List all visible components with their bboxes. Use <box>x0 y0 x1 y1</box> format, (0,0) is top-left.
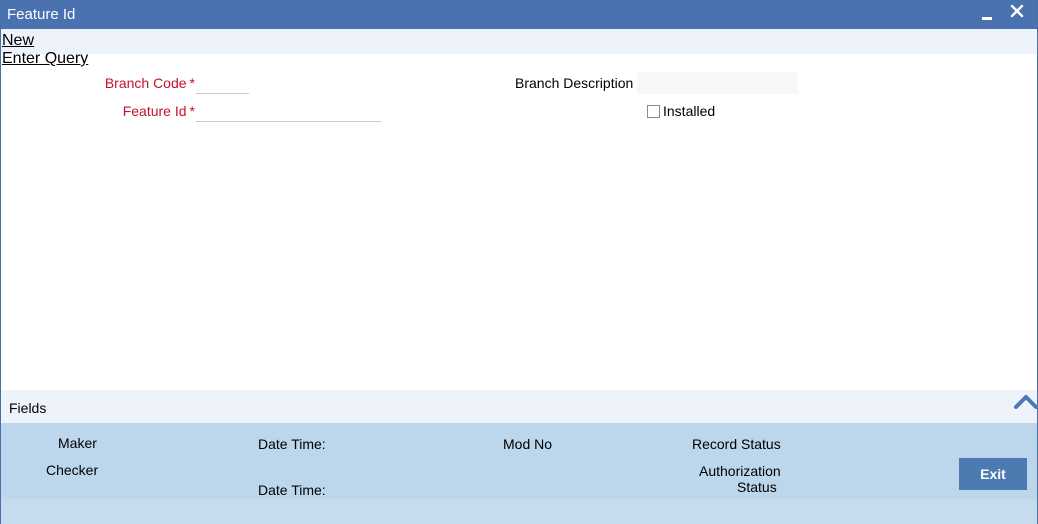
minimize-icon[interactable] <box>977 3 997 25</box>
maker-date-time-label: Date Time: <box>258 436 326 452</box>
authorization-status-label: Status <box>737 479 777 495</box>
mod-no-label: Mod No <box>503 436 553 452</box>
branch-description-field <box>637 72 798 94</box>
checker-date-time-label: Date Time: <box>258 482 326 498</box>
close-icon[interactable] <box>1007 1 1027 23</box>
exit-button[interactable]: Exit <box>959 458 1027 490</box>
toolbar <box>1 29 1037 54</box>
title-bar: Feature Id <box>1 1 1037 29</box>
footer-strip <box>1 499 1037 524</box>
checker-label: Checker <box>46 462 99 478</box>
installed-checkbox[interactable] <box>647 105 660 118</box>
branch-description-label: Branch Description <box>515 75 634 91</box>
branch-code-label: Branch Code * <box>101 75 195 91</box>
required-marker: * <box>189 75 195 91</box>
maker-label: Maker <box>58 435 97 451</box>
chevron-up-icon[interactable] <box>1013 391 1038 413</box>
feature-id-input[interactable] <box>196 100 381 122</box>
branch-code-input[interactable] <box>196 72 249 94</box>
feature-id-window: Feature Id New Enter Query Branch Code * … <box>0 0 1038 524</box>
installed-label: Installed <box>663 103 716 119</box>
branch-code-label-text: Branch Code <box>104 75 187 91</box>
enter-query-link[interactable]: Enter Query <box>2 50 88 68</box>
feature-id-label: Feature Id * <box>101 103 195 119</box>
authorization-label: Authorization <box>699 463 781 479</box>
feature-id-label-text: Feature Id <box>122 103 187 119</box>
new-link[interactable]: New <box>2 32 34 50</box>
window-title: Feature Id <box>7 6 76 23</box>
fields-label: Fields <box>9 400 47 416</box>
required-marker: * <box>189 103 195 119</box>
record-status-label: Record Status <box>692 436 781 452</box>
fields-section-bar: Fields <box>1 390 1037 423</box>
